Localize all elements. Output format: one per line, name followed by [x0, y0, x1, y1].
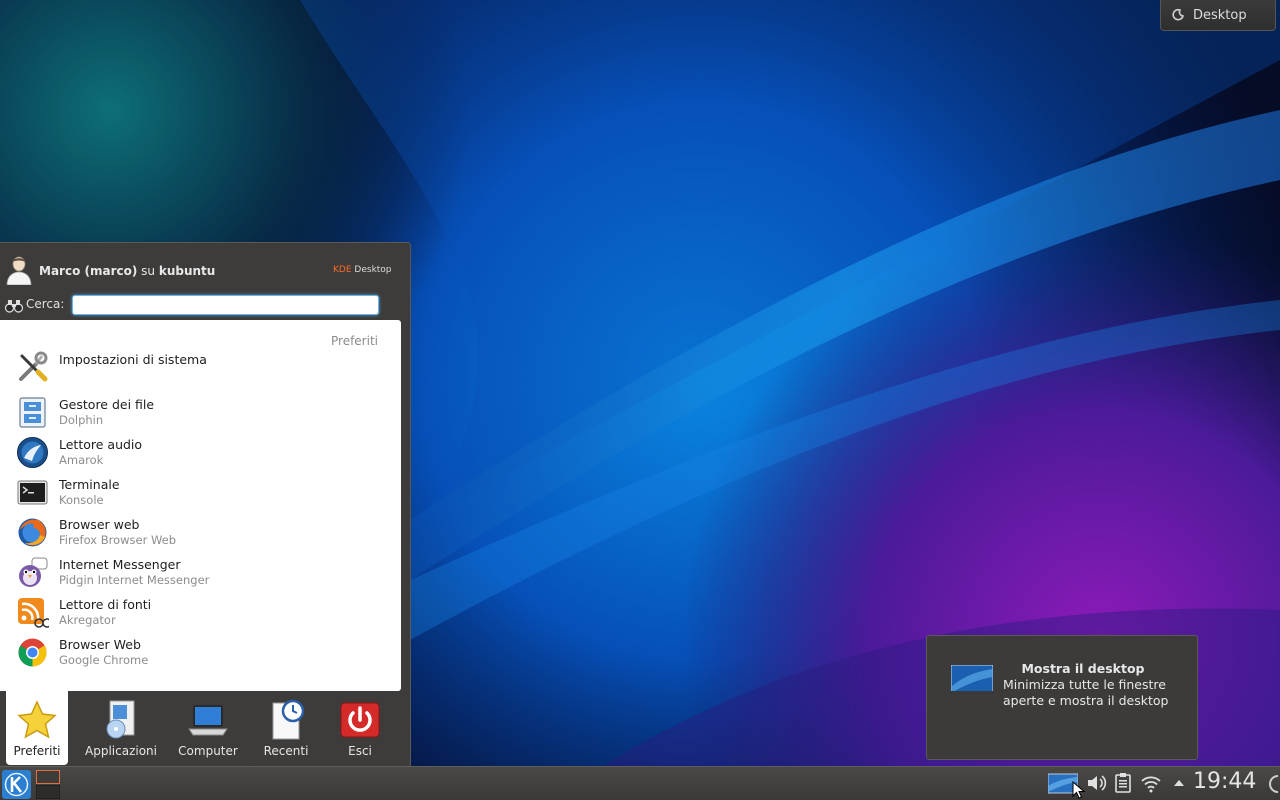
user-connector: su [141, 264, 156, 278]
list-item-audio-player[interactable]: Lettore audio Amarok [0, 433, 401, 473]
terminal-icon [16, 476, 49, 509]
item-subtitle: Firefox Browser Web [59, 533, 177, 547]
mouse-cursor-icon [1072, 780, 1086, 799]
pager-desktop-2[interactable] [36, 785, 60, 799]
clipboard-icon[interactable] [1112, 772, 1134, 794]
recent-icon [265, 699, 307, 741]
star-icon [16, 699, 58, 741]
taskbar-panel: 19:44 [0, 766, 1280, 800]
list-item-chrome[interactable]: Browser Web Google Chrome [0, 633, 401, 673]
favorites-list-title: Preferiti [331, 334, 378, 348]
tab-label: Esci [348, 744, 372, 758]
tab-favorites[interactable]: Preferiti [6, 691, 68, 765]
kde-brand-suffix: Desktop [354, 265, 392, 275]
item-name: Lettore audio [59, 437, 143, 452]
wifi-icon[interactable] [1140, 772, 1162, 794]
tab-label: Recenti [263, 744, 309, 758]
tab-label: Preferiti [13, 744, 61, 758]
virtual-desktop-pager[interactable] [36, 770, 61, 799]
tab-leave[interactable]: Esci [330, 691, 390, 765]
user-label: Marco (marco) su kubuntu [39, 264, 215, 278]
list-item-akregator[interactable]: Lettore di fonti Akregator [0, 593, 401, 633]
item-subtitle: Pidgin Internet Messenger [59, 573, 210, 587]
binoculars-icon [4, 298, 24, 313]
list-item-firefox[interactable]: Browser web Firefox Browser Web [0, 513, 401, 553]
item-subtitle: Amarok [59, 453, 104, 467]
tools-icon [16, 351, 49, 384]
item-name: Internet Messenger [59, 557, 181, 572]
kickoff-tab-bar: Preferiti Applicazioni Computer Recenti … [0, 691, 411, 767]
chrome-icon [16, 636, 49, 669]
item-subtitle: Konsole [59, 493, 104, 507]
item-name: Browser web [59, 517, 140, 532]
item-subtitle: Akregator [59, 613, 116, 627]
computer-icon [187, 699, 229, 741]
firefox-icon [16, 516, 49, 549]
show-desktop-tooltip: Mostra il desktop Minimizza tutte le fin… [926, 635, 1198, 760]
file-manager-icon [16, 396, 49, 429]
rss-icon [16, 596, 52, 629]
tooltip-body: Minimizza tutte le finestre aperte e mos… [1003, 677, 1169, 708]
tooltip-title: Mostra il desktop [1021, 661, 1145, 676]
pager-desktop-1[interactable] [36, 770, 60, 784]
kickoff-menu: Marco (marco) su kubuntu KDE Desktop Cer… [0, 242, 411, 766]
kde-brand-prefix: KDE [333, 265, 352, 275]
item-name: Terminale [59, 477, 120, 492]
digital-clock[interactable]: 19:44 [1193, 769, 1256, 794]
kickoff-header: Marco (marco) su kubuntu KDE Desktop Cer… [0, 243, 411, 319]
search-label: Cerca: [26, 297, 65, 311]
kde-brand: KDE Desktop [333, 265, 392, 275]
list-item-terminal[interactable]: Terminale Konsole [0, 473, 401, 513]
favorites-list: Preferiti Impostazioni di sistema Gestor… [0, 320, 401, 691]
cashew-icon [1171, 8, 1185, 22]
search-input[interactable] [72, 295, 379, 315]
item-name: Browser Web [59, 637, 141, 652]
volume-icon[interactable] [1085, 772, 1107, 794]
user-avatar [6, 255, 32, 286]
user-name: Marco (marco) [39, 264, 138, 278]
item-name: Lettore di fonti [59, 597, 152, 612]
tab-label: Applicazioni [85, 744, 157, 758]
item-subtitle: Dolphin [59, 413, 104, 427]
show-desktop-icon [950, 664, 994, 696]
list-item-pidgin[interactable]: Internet Messenger Pidgin Internet Messe… [0, 553, 401, 593]
desktop-toolbox-button[interactable]: Desktop [1160, 0, 1276, 31]
panel-cashew-icon[interactable] [1262, 772, 1280, 796]
desktop-toolbox-label: Desktop [1193, 7, 1247, 23]
item-name: Impostazioni di sistema [59, 352, 207, 367]
amarok-icon [16, 436, 49, 469]
kde-launcher-button[interactable] [2, 770, 31, 799]
tab-label: Computer [178, 744, 238, 758]
item-name: Gestore dei file [59, 397, 155, 412]
pidgin-icon [16, 556, 49, 589]
tray-expand-arrow-icon[interactable] [1168, 772, 1190, 794]
item-subtitle: Google Chrome [59, 653, 149, 667]
tab-computer[interactable]: Computer [176, 691, 240, 765]
power-icon [339, 699, 381, 741]
tab-applications[interactable]: Applicazioni [80, 691, 162, 765]
tab-recent[interactable]: Recenti [256, 691, 316, 765]
list-item-file-manager[interactable]: Gestore dei file Dolphin [0, 393, 401, 433]
list-item-system-settings[interactable]: Impostazioni di sistema [0, 348, 401, 388]
applications-icon [100, 699, 142, 741]
host-name: kubuntu [158, 264, 216, 278]
